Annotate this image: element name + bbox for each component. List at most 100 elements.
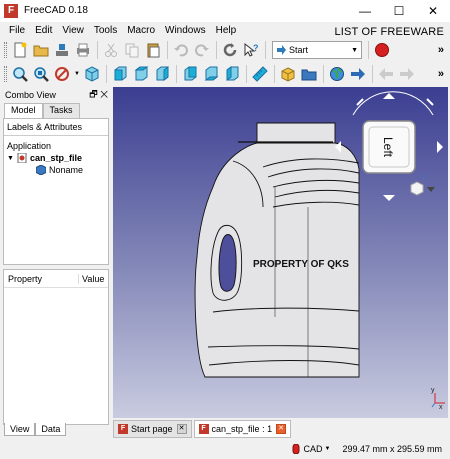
rotate-right-arrow-icon[interactable]: [437, 141, 443, 153]
svg-text:?: ?: [253, 43, 259, 53]
document-icon: [17, 153, 27, 163]
whats-this-icon[interactable]: ?: [241, 40, 261, 60]
isometric-view-icon[interactable]: [82, 64, 102, 84]
navcube-axis-label: z: [422, 174, 426, 181]
copy-icon[interactable]: [122, 40, 142, 60]
paste-icon[interactable]: [143, 40, 163, 60]
property-editor: Property Value: [3, 269, 109, 425]
value-column-header[interactable]: Value: [78, 273, 108, 284]
left-view-icon[interactable]: [222, 64, 242, 84]
document-tabs: F Start page ✕ F can_stp_file : 1 ✕: [113, 418, 450, 438]
close-icon[interactable]: ✕: [276, 424, 287, 434]
property-column-header[interactable]: Property: [4, 274, 42, 284]
toolbar-separator: [246, 65, 247, 83]
tree-item-document[interactable]: ▼ can_stp_file: [7, 153, 82, 163]
rear-view-icon[interactable]: [180, 64, 200, 84]
toolbar-overflow-button[interactable]: »: [438, 68, 444, 80]
tab-tasks[interactable]: Tasks: [42, 103, 80, 118]
close-icon[interactable]: ✕: [176, 424, 187, 434]
watermark-text: LIST OF FREEWARE: [334, 26, 444, 38]
axis-cross: y x: [431, 387, 445, 411]
viewport-scene[interactable]: PROPERTY OF QKS Left z y x: [113, 87, 448, 418]
combo-view-panel: Combo View 🗗 ✕ Model Tasks Labels & Attr…: [2, 87, 111, 437]
chevron-down-icon[interactable]: [427, 187, 435, 192]
fit-selection-icon[interactable]: [31, 64, 51, 84]
title-bar: F FreeCAD 0.18 — ☐ ✕: [0, 0, 450, 22]
create-group-icon[interactable]: [299, 64, 319, 84]
right-view-icon[interactable]: [152, 64, 172, 84]
cut-icon[interactable]: [101, 40, 121, 60]
tab-model[interactable]: Model: [4, 103, 43, 118]
toolbar-separator: [216, 41, 217, 59]
start-arrow-icon: [277, 45, 286, 55]
navcube-face-label: Left: [381, 137, 395, 158]
bottom-view-icon[interactable]: [201, 64, 221, 84]
toolbar-grip[interactable]: [4, 42, 7, 58]
object-name-label: Noname: [49, 165, 84, 175]
workbench-selected-label: Start: [289, 45, 309, 55]
chevron-down-icon: ▼: [324, 445, 331, 452]
macro-record-icon[interactable]: [372, 40, 392, 60]
toolbar-separator: [372, 65, 373, 83]
forward-arrow-icon[interactable]: [348, 64, 368, 84]
create-part-icon[interactable]: [278, 64, 298, 84]
close-button[interactable]: ✕: [416, 0, 450, 22]
toolbar-separator: [97, 41, 98, 59]
redo-icon[interactable]: [192, 40, 212, 60]
expand-arrow-icon[interactable]: ▼: [7, 155, 14, 162]
freecad-icon: F: [118, 424, 128, 434]
maximize-button[interactable]: ☐: [382, 0, 416, 22]
view-toolbar: ▼ »: [0, 62, 450, 86]
toolbar-separator: [368, 41, 369, 59]
solid-shape-icon: [36, 165, 46, 175]
combo-view-title: Combo View: [5, 90, 56, 100]
tab-can-stp-file-label: can_stp_file : 1: [211, 424, 273, 434]
print-icon[interactable]: [73, 40, 93, 60]
top-view-icon[interactable]: [131, 64, 151, 84]
tab-view[interactable]: View: [4, 423, 36, 436]
workbench-selector[interactable]: Start ▼: [272, 41, 362, 59]
axis-x-label: x: [439, 404, 443, 411]
fit-all-icon[interactable]: [10, 64, 30, 84]
front-view-icon[interactable]: [110, 64, 130, 84]
panel-float-close-controls[interactable]: 🗗 ✕: [89, 87, 108, 103]
view-menu-cube-icon[interactable]: [410, 181, 424, 196]
model-surface-text: PROPERTY OF QKS: [253, 259, 349, 270]
freecad-icon: F: [198, 424, 209, 434]
measure-distance-icon[interactable]: [250, 64, 270, 84]
toolbar-grip[interactable]: [4, 66, 7, 82]
jug-model[interactable]: [194, 122, 360, 378]
draw-style-icon[interactable]: [52, 64, 72, 84]
file-toolbar: ? Start ▼ »: [0, 38, 450, 62]
forward-nav-icon[interactable]: [397, 64, 417, 84]
mouse-icon: [292, 443, 300, 454]
toolbar-separator: [274, 65, 275, 83]
rotate-up-arrow-icon[interactable]: [383, 93, 395, 99]
property-view-tabs: View Data: [4, 423, 67, 436]
refresh-icon[interactable]: [220, 40, 240, 60]
3d-viewport[interactable]: PROPERTY OF QKS Left z y x: [113, 87, 448, 418]
back-nav-icon[interactable]: [376, 64, 396, 84]
tab-can-stp-file[interactable]: F can_stp_file : 1 ✕: [193, 420, 292, 438]
property-table-header: Property Value: [4, 270, 108, 288]
tab-data[interactable]: Data: [35, 423, 67, 436]
rotate-down-arrow-icon[interactable]: [383, 195, 395, 201]
freecad-icon: F: [4, 4, 18, 18]
tree-root-application[interactable]: Application: [7, 141, 51, 151]
open-folder-icon[interactable]: [31, 40, 51, 60]
labels-attributes-tab[interactable]: Labels & Attributes: [4, 119, 108, 136]
undo-icon[interactable]: [171, 40, 191, 60]
toolbar-separator: [176, 65, 177, 83]
save-icon[interactable]: [52, 40, 72, 60]
tree-item-object[interactable]: Noname: [36, 165, 83, 175]
web-browser-icon[interactable]: [327, 64, 347, 84]
combo-tabs: Model Tasks: [2, 103, 111, 118]
tab-start-page[interactable]: F Start page ✕: [113, 420, 192, 438]
chevron-down-icon[interactable]: ▼: [73, 64, 81, 84]
combo-view-header: Combo View 🗗 ✕: [2, 87, 111, 103]
minimize-button[interactable]: —: [348, 0, 382, 22]
new-document-icon[interactable]: [10, 40, 30, 60]
toolbar-overflow-button[interactable]: »: [438, 44, 444, 56]
chevron-down-icon: ▼: [351, 46, 358, 54]
navigation-style-selector[interactable]: CAD ▼: [291, 443, 331, 454]
